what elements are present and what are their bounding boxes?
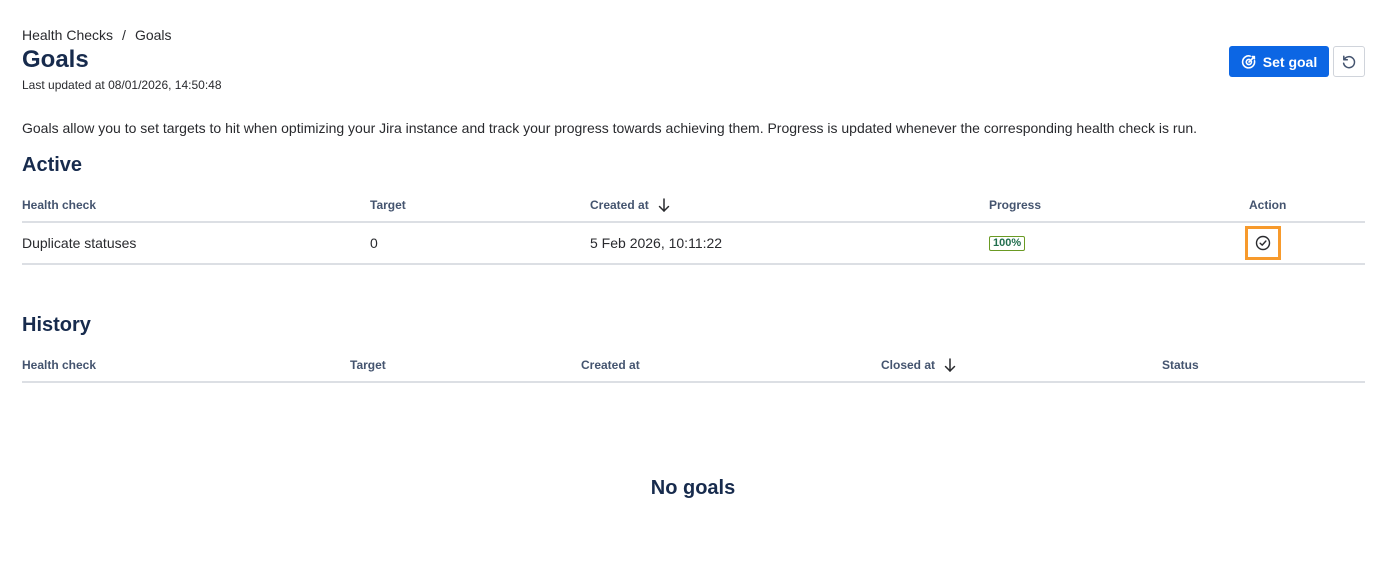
breadcrumb: Health Checks / Goals (22, 27, 172, 43)
progress-badge: 100% (989, 235, 1026, 251)
column-created-at[interactable]: Created at (590, 189, 671, 221)
set-goal-label: Set goal (1262, 53, 1318, 70)
column-progress: Progress (989, 198, 1042, 212)
cell-health-check: Duplicate statuses (22, 235, 137, 251)
refresh-icon (1341, 54, 1357, 70)
page-description: Goals allow you to set targets to hit wh… (22, 120, 1198, 136)
active-section-title: Active (22, 154, 83, 176)
cell-target: 0 (370, 235, 378, 251)
history-section-title: History (22, 314, 91, 336)
table-header: Health check Target Created at Progress … (22, 189, 1365, 223)
breadcrumb-separator: / (122, 27, 126, 43)
arrow-down-icon (657, 197, 671, 213)
target-icon (1241, 54, 1257, 70)
refresh-button[interactable] (1333, 46, 1365, 77)
column-created-at-label: Created at (590, 198, 649, 212)
column-created-at: Created at (581, 358, 640, 372)
column-target: Target (350, 358, 386, 372)
column-target: Target (370, 198, 406, 212)
arrow-down-icon (943, 357, 957, 373)
empty-state-message: No goals (650, 477, 736, 499)
cell-progress: 100% (989, 223, 1026, 263)
column-health-check: Health check (22, 358, 97, 372)
last-updated-text: Last updated at 08/01/2026, 14:50:48 (22, 78, 222, 92)
cell-created-at: 5 Feb 2026, 10:11:22 (590, 235, 723, 251)
table-header: Health check Target Created at Closed at… (22, 349, 1365, 383)
page-title: Goals (22, 46, 89, 73)
column-closed-at[interactable]: Closed at (881, 349, 957, 381)
column-action: Action (1249, 198, 1287, 212)
breadcrumb-health-checks[interactable]: Health Checks (22, 27, 113, 43)
breadcrumb-goals[interactable]: Goals (135, 27, 172, 43)
column-status: Status (1162, 358, 1199, 372)
table-row: Duplicate statuses 0 5 Feb 2026, 10:11:2… (22, 223, 1365, 265)
goals-page: Health Checks / Goals Goals Last updated… (0, 0, 1386, 582)
history-goals-table: Health check Target Created at Closed at… (22, 349, 1365, 383)
complete-goal-button[interactable] (1245, 226, 1281, 260)
column-health-check: Health check (22, 198, 97, 212)
column-closed-at-label: Closed at (881, 358, 936, 372)
check-circle-icon (1255, 235, 1271, 251)
cell-action (1245, 223, 1281, 263)
active-goals-table: Health check Target Created at Progress … (22, 189, 1365, 265)
set-goal-button[interactable]: Set goal (1229, 46, 1329, 77)
